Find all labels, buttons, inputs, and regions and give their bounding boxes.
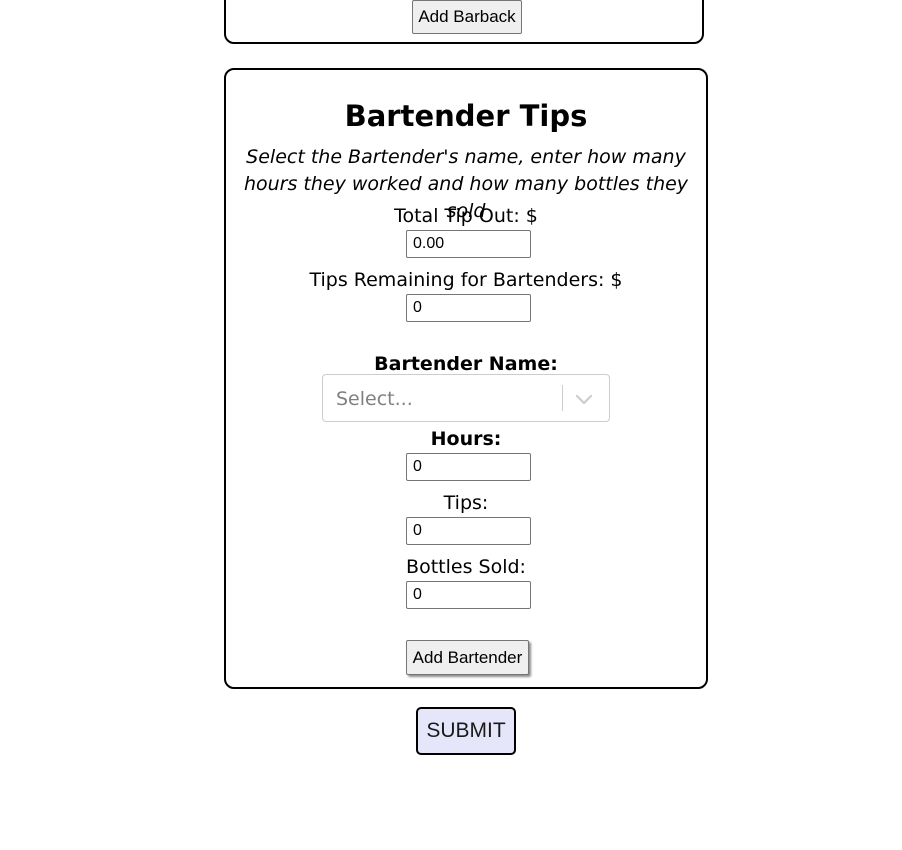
chevron-down-icon[interactable] xyxy=(571,387,597,411)
tips-remaining-input[interactable] xyxy=(406,294,531,322)
add-barback-button[interactable]: Add Barback xyxy=(412,0,522,34)
barback-card: Add Barback xyxy=(224,0,704,44)
total-tip-out-input[interactable] xyxy=(406,230,531,258)
tips-input[interactable] xyxy=(406,517,531,545)
hours-input[interactable] xyxy=(406,453,531,481)
section-title: Bartender Tips xyxy=(344,99,588,133)
hours-label: Hours: xyxy=(430,428,502,450)
page: Add Barback Bartender Tips Select the Ba… xyxy=(0,0,902,850)
bartender-card: Bartender Tips Select the Bartender's na… xyxy=(224,68,708,689)
select-placeholder: Select... xyxy=(336,388,413,410)
bartender-name-select[interactable]: Select... xyxy=(322,374,610,422)
bartender-name-label: Bartender Name: xyxy=(374,353,558,375)
add-bartender-button[interactable]: Add Bartender xyxy=(406,640,529,675)
total-tip-out-label: Total Tip Out: $ xyxy=(394,205,538,227)
select-separator xyxy=(562,385,563,411)
submit-button[interactable]: SUBMIT xyxy=(416,707,516,755)
bottles-sold-label: Bottles Sold: xyxy=(406,556,526,578)
bottles-sold-input[interactable] xyxy=(406,581,531,609)
tips-remaining-label: Tips Remaining for Bartenders: $ xyxy=(309,269,623,291)
tips-label: Tips: xyxy=(443,492,489,514)
